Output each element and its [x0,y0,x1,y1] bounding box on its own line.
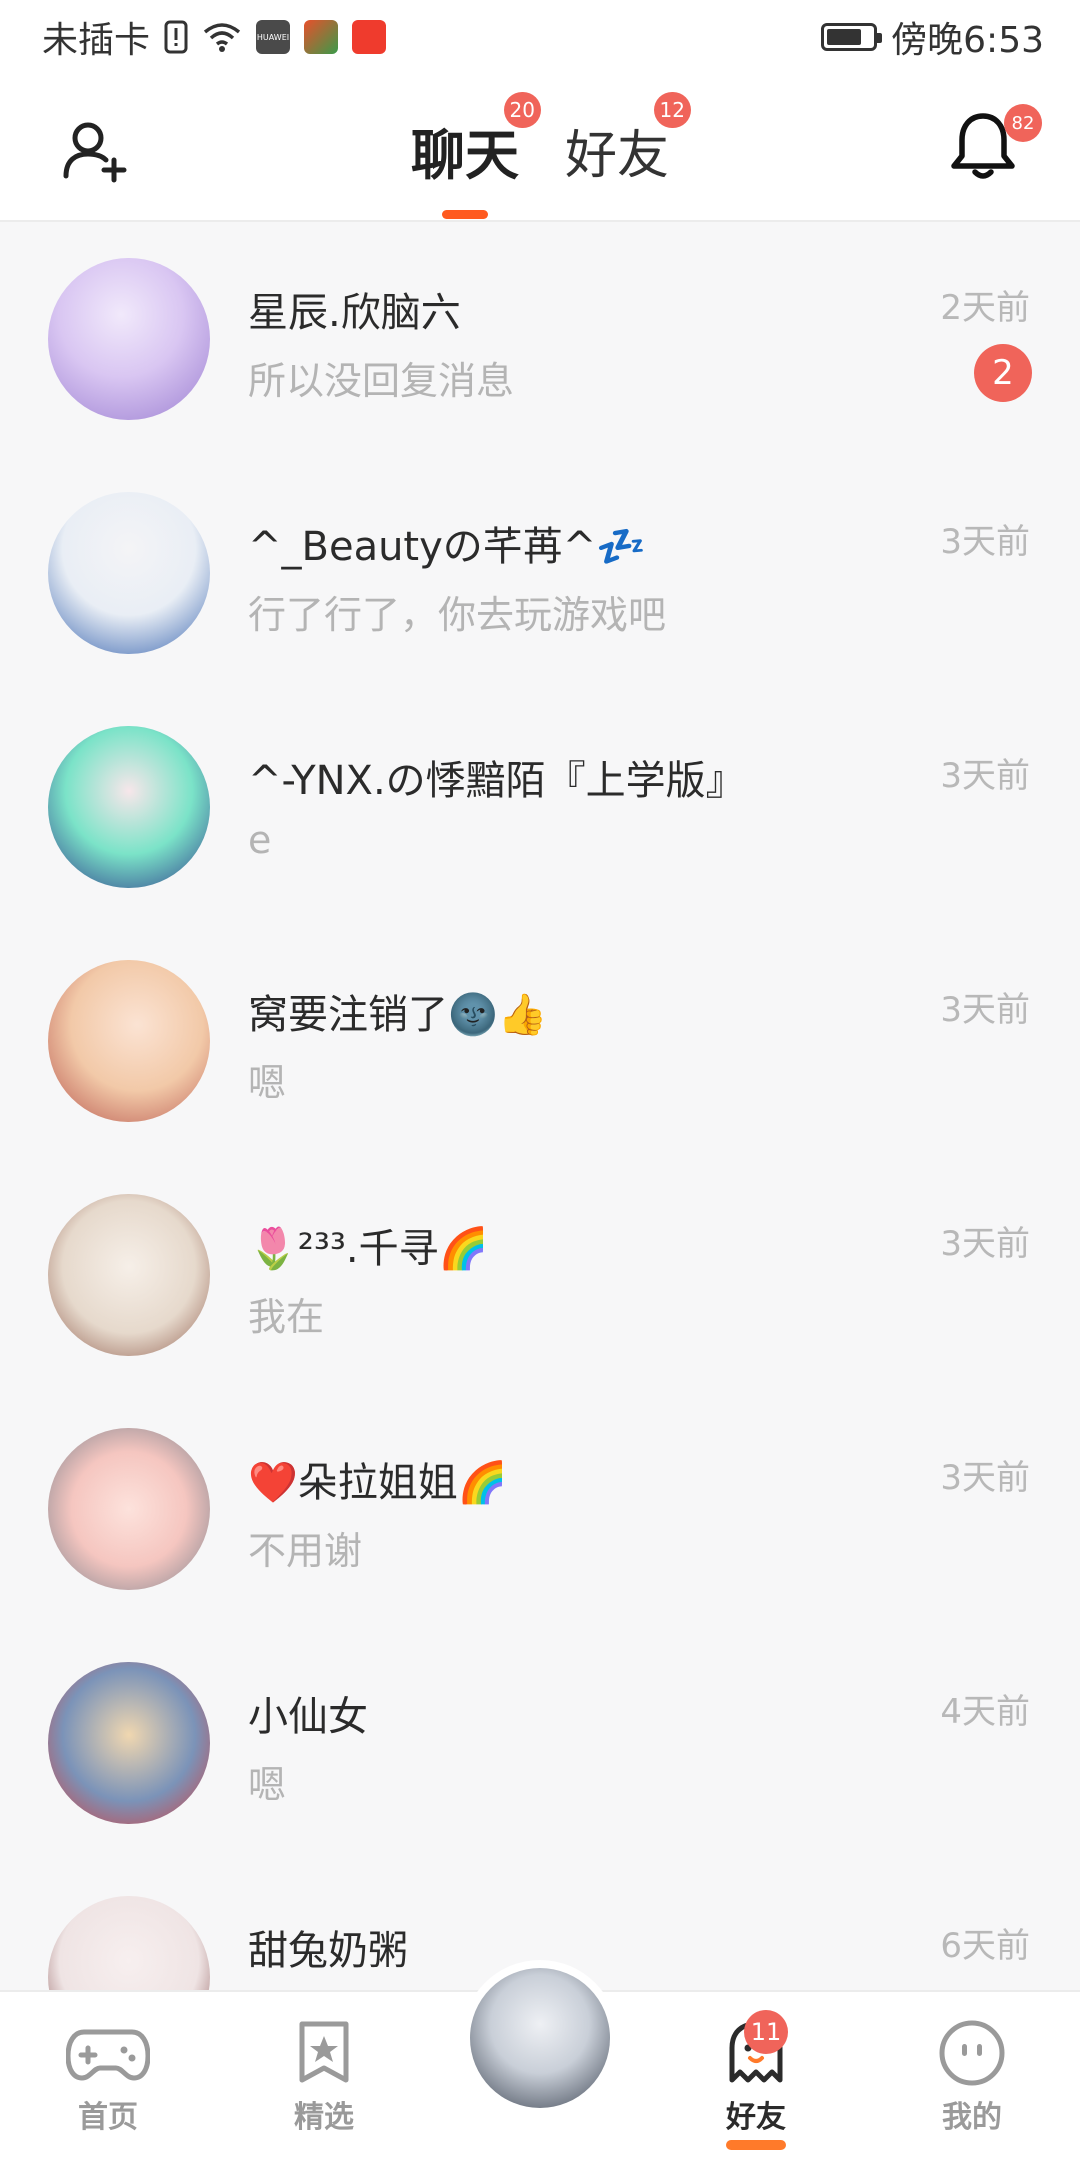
chat-time: 3天前 [940,1224,1030,1264]
chat-name: ^_Beautyの芊苒^💤 [248,524,647,570]
tab-chat-badge: 20 [503,92,541,128]
chat-list-item[interactable]: 🌷²³³.千寻🌈 我在 3天前 [0,1160,1080,1394]
carrier-label: 未插卡 [42,20,151,61]
tab-friends[interactable]: 好友 12 [564,92,691,190]
avatar[interactable] [48,726,210,888]
nav-friends-badge: 11 [744,2010,788,2054]
nav-home[interactable]: 首页 [38,2018,178,2136]
bottom-navigation: 首页 精选 11 好友 我的 [0,1960,1080,2160]
chat-preview: 不用谢 [248,1529,363,1573]
avatar[interactable] [48,960,210,1122]
chat-list-item[interactable]: 小仙女 嗯 4天前 [0,1628,1080,1862]
nav-me[interactable]: 我的 [902,2018,1042,2136]
chat-name: 星辰.欣脑六 [248,290,461,336]
nav-friends-label: 好友 [726,2100,786,2135]
top-header: 聊天 20 好友 12 82 [0,74,1080,222]
clock: 傍晚6:53 [891,20,1044,61]
store-app-icon [352,20,387,54]
huawei-app-icon: HUAWEI [256,20,291,54]
face-icon [939,2020,1005,2086]
chat-name: 窝要注销了🌚👍 [248,992,548,1038]
chat-preview: 嗯 [248,1763,287,1807]
center-avatar [470,1968,610,2108]
tab-friends-badge: 12 [653,92,691,128]
status-bar-right: 傍晚6:53 [821,11,1044,63]
huawei-app-label: HUAWEI [256,32,290,42]
chat-preview: 所以没回复消息 [248,359,515,403]
nav-featured-label: 精选 [294,2100,354,2135]
star-bookmark-icon [299,2021,349,2083]
tab-chat-label: 聊天 [410,123,519,187]
chat-preview: 嗯 [248,1061,287,1105]
chat-list: 星辰.欣脑六 所以没回复消息 2天前 2 ^_Beautyの芊苒^💤 行了行了，… [0,224,1080,2096]
status-bar-left: 未插卡 HUAWEI [42,11,387,63]
gamepad-icon [66,2029,150,2081]
notifications-button[interactable]: 82 [948,104,1042,190]
chat-time: 3天前 [940,756,1030,796]
chat-name: 甜兔奶粥 [248,1928,408,1974]
nav-friends[interactable]: 11 好友 [686,2010,826,2150]
chat-list-item[interactable]: 星辰.欣脑六 所以没回复消息 2天前 2 [0,224,1080,458]
chat-name: 🌷²³³.千寻🌈 [248,1226,489,1272]
nav-featured[interactable]: 精选 [254,2018,394,2136]
wifi-icon [202,21,242,53]
center-avatar-button[interactable] [462,1960,618,2116]
chat-list-item[interactable]: ^-YNX.の悸黯陌『上学版』 e 3天前 [0,692,1080,926]
chat-preview: e [248,818,272,862]
chat-time: 4天前 [940,1692,1030,1732]
chat-time: 6天前 [940,1926,1030,1966]
avatar[interactable] [48,492,210,654]
nav-home-label: 首页 [78,2100,138,2135]
status-bar: 未插卡 HUAWEI 傍晚6:53 [0,0,1080,74]
nav-me-label: 我的 [942,2100,1002,2135]
game-app-icon [304,20,339,54]
chat-list-item[interactable]: ❤️朵拉姐姐🌈 不用谢 3天前 [0,1394,1080,1628]
active-nav-underline [726,2140,786,2150]
tab-chat[interactable]: 聊天 20 [410,92,541,190]
top-tabs: 聊天 20 好友 12 [0,92,1080,190]
chat-preview: 行了行了，你去玩游戏吧 [248,593,667,637]
avatar[interactable] [48,258,210,420]
chat-time: 3天前 [940,990,1030,1030]
chat-list-item[interactable]: ^_Beautyの芊苒^💤 行了行了，你去玩游戏吧 3天前 [0,458,1080,692]
chat-name: ❤️朵拉姐姐🌈 [248,1460,508,1506]
active-tab-indicator [442,210,488,219]
notifications-badge: 82 [1004,104,1042,142]
sim-warning-icon [164,20,188,54]
battery-icon [821,23,883,51]
tab-friends-label: 好友 [564,125,669,186]
avatar[interactable] [48,1662,210,1824]
chat-name: 小仙女 [248,1694,368,1740]
chat-time: 2天前 [940,288,1030,328]
chat-name: ^-YNX.の悸黯陌『上学版』 [248,758,746,804]
chat-list-item[interactable]: 窝要注销了🌚👍 嗯 3天前 [0,926,1080,1160]
chat-time: 3天前 [940,1458,1030,1498]
chat-preview: 我在 [248,1295,325,1339]
avatar[interactable] [48,1428,210,1590]
chat-time: 3天前 [940,522,1030,562]
unread-badge: 2 [974,344,1032,402]
avatar[interactable] [48,1194,210,1356]
